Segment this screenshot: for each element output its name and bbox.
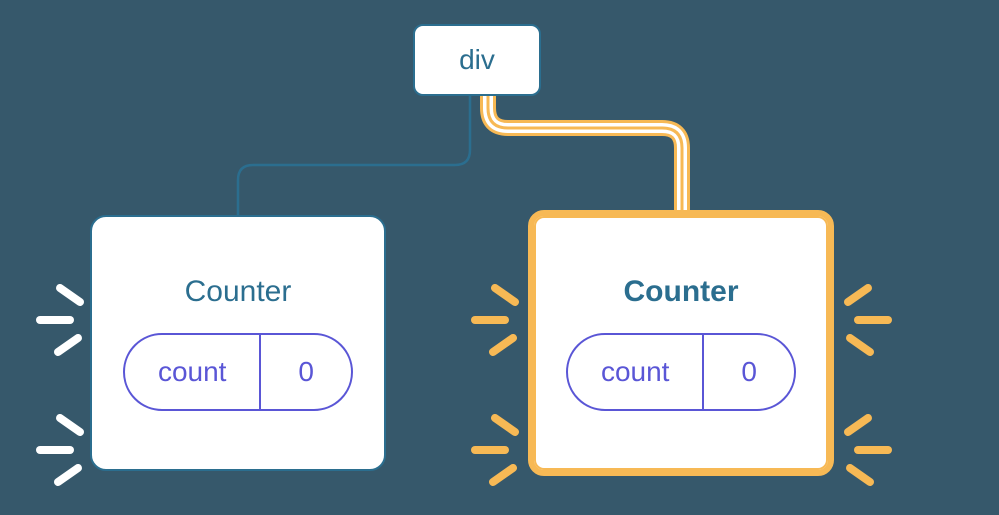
state-pill-left: count 0 bbox=[123, 333, 353, 411]
root-node-label: div bbox=[459, 44, 495, 76]
spark-icon bbox=[838, 270, 908, 360]
root-node-div: div bbox=[413, 24, 541, 96]
state-value-left: 0 bbox=[261, 335, 351, 409]
state-value-right: 0 bbox=[704, 335, 794, 409]
spark-icon bbox=[20, 400, 90, 490]
counter-card-right: Counter count 0 bbox=[528, 210, 834, 476]
state-pill-right: count 0 bbox=[566, 333, 796, 411]
spark-icon bbox=[20, 270, 90, 360]
counter-title-left: Counter bbox=[185, 275, 292, 309]
spark-icon bbox=[455, 270, 525, 360]
state-label-left: count bbox=[125, 335, 261, 409]
spark-icon bbox=[455, 400, 525, 490]
counter-card-left: Counter count 0 bbox=[90, 215, 386, 471]
state-label-right: count bbox=[568, 335, 704, 409]
spark-icon bbox=[838, 400, 908, 490]
counter-title-right: Counter bbox=[624, 275, 739, 309]
